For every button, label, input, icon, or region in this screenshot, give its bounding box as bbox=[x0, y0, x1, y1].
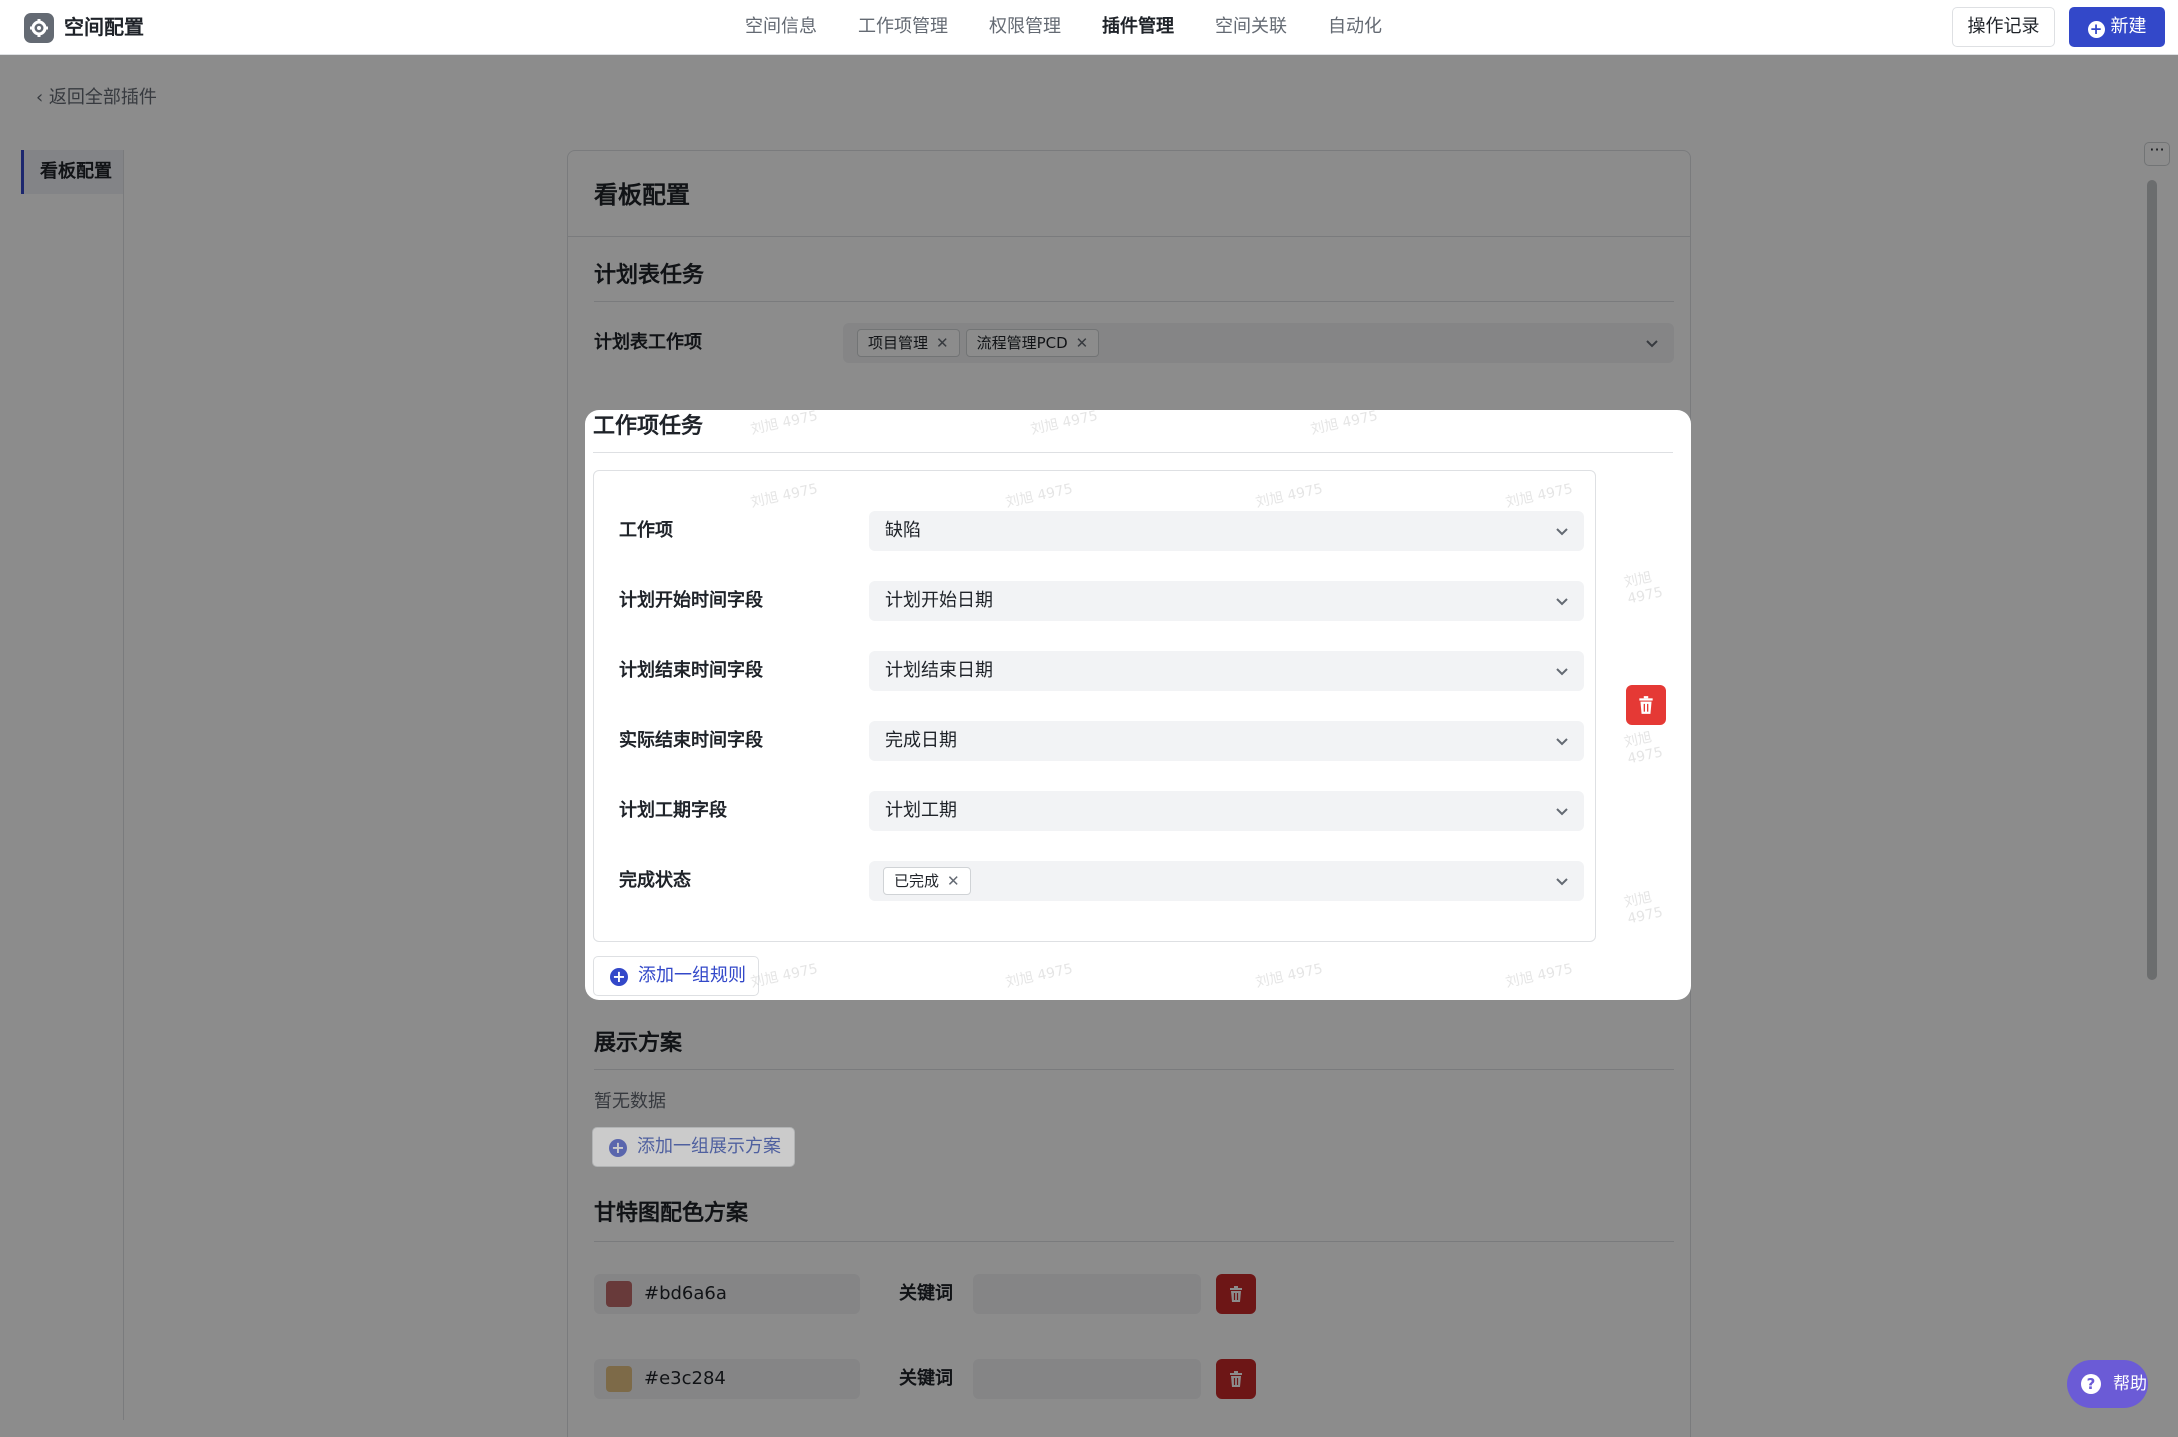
question-icon: ? bbox=[2081, 1374, 2101, 1394]
watermark: 刘旭 4975 bbox=[749, 961, 820, 991]
rule-label: 工作项 bbox=[619, 520, 673, 541]
rule-label: 计划开始时间字段 bbox=[619, 590, 763, 611]
watermark: 刘旭 4975 bbox=[1004, 961, 1075, 991]
select-value: 计划结束日期 bbox=[885, 660, 993, 681]
plan-start-field-select[interactable]: 计划开始日期 bbox=[869, 581, 1584, 621]
help-button[interactable]: ? 帮助 bbox=[2067, 1360, 2148, 1408]
nav-item-automation[interactable]: 自动化 bbox=[1328, 14, 1382, 40]
chevron-down-icon bbox=[1556, 528, 1568, 536]
watermark: 刘旭 4975 bbox=[1309, 408, 1380, 438]
watermark: 刘旭 4975 bbox=[1622, 569, 1665, 608]
work-tasks-highlight: 工作项任务 工作项 缺陷 计划开始时间字段 计划开始日期 计划结束时间字段 计划… bbox=[585, 408, 1691, 1000]
select-value: 计划开始日期 bbox=[885, 590, 993, 611]
help-label: 帮助 bbox=[2113, 1374, 2147, 1394]
rule-label: 计划结束时间字段 bbox=[619, 660, 763, 681]
plus-circle-icon: + bbox=[2087, 21, 2105, 38]
watermark: 刘旭 4975 bbox=[1622, 889, 1665, 928]
work-tasks-title: 工作项任务 bbox=[593, 414, 704, 439]
add-display-plan-button[interactable]: + 添加一组展示方案 bbox=[592, 1127, 795, 1167]
top-nav: 空间信息 工作项管理 权限管理 插件管理 空间关联 自动化 bbox=[745, 14, 1423, 40]
chevron-down-icon bbox=[1556, 738, 1568, 746]
nav-item-space-info[interactable]: 空间信息 bbox=[745, 14, 817, 40]
new-button[interactable]: + 新建 bbox=[2069, 7, 2165, 47]
new-button-label: 新建 bbox=[2110, 16, 2147, 37]
rule-group: 工作项 缺陷 计划开始时间字段 计划开始日期 计划结束时间字段 计划结束日期 实… bbox=[593, 470, 1596, 942]
select-value: 缺陷 bbox=[885, 520, 921, 541]
select-value: 完成日期 bbox=[885, 730, 957, 751]
plan-end-field-select[interactable]: 计划结束日期 bbox=[869, 651, 1584, 691]
close-icon[interactable]: ✕ bbox=[947, 872, 960, 890]
tag-label: 已完成 bbox=[894, 872, 940, 890]
watermark: 刘旭 4975 bbox=[1254, 961, 1325, 991]
watermark: 刘旭 4975 bbox=[1029, 408, 1100, 438]
watermark: 刘旭 4975 bbox=[1504, 961, 1575, 991]
plus-circle-icon: + bbox=[609, 1139, 627, 1157]
tag-completed: 已完成 ✕ bbox=[883, 867, 971, 895]
add-rule-button[interactable]: + 添加一组规则 bbox=[593, 956, 759, 996]
operation-log-button[interactable]: 操作记录 bbox=[1952, 7, 2055, 47]
chevron-down-icon bbox=[1556, 878, 1568, 886]
gear-icon bbox=[24, 13, 54, 43]
work-item-select[interactable]: 缺陷 bbox=[869, 511, 1584, 551]
watermark: 刘旭 4975 bbox=[749, 408, 820, 438]
chevron-down-icon bbox=[1556, 598, 1568, 606]
actual-end-field-select[interactable]: 完成日期 bbox=[869, 721, 1584, 761]
plan-duration-field-select[interactable]: 计划工期 bbox=[869, 791, 1584, 831]
complete-status-select[interactable]: 已完成 ✕ bbox=[869, 861, 1584, 901]
add-rule-label: 添加一组规则 bbox=[638, 965, 746, 986]
select-value: 计划工期 bbox=[885, 800, 957, 821]
top-bar: 空间配置 空间信息 工作项管理 权限管理 插件管理 空间关联 自动化 操作记录 … bbox=[0, 0, 2178, 55]
nav-item-permissions[interactable]: 权限管理 bbox=[989, 14, 1061, 40]
nav-item-plugins[interactable]: 插件管理 bbox=[1102, 14, 1174, 40]
nav-item-work-items[interactable]: 工作项管理 bbox=[858, 14, 948, 40]
app-title: 空间配置 bbox=[64, 15, 144, 39]
delete-rule-button[interactable] bbox=[1626, 685, 1666, 725]
rule-label: 计划工期字段 bbox=[619, 800, 727, 821]
nav-item-space-links[interactable]: 空间关联 bbox=[1215, 14, 1287, 40]
plus-circle-icon: + bbox=[610, 968, 628, 986]
add-display-plan-label: 添加一组展示方案 bbox=[637, 1136, 781, 1157]
status-label: 完成状态 bbox=[619, 870, 691, 891]
watermark: 刘旭 4975 bbox=[1622, 729, 1665, 768]
rule-label: 实际结束时间字段 bbox=[619, 730, 763, 751]
chevron-down-icon bbox=[1556, 808, 1568, 816]
chevron-down-icon bbox=[1556, 668, 1568, 676]
trash-icon bbox=[1639, 696, 1653, 714]
divider bbox=[593, 452, 1673, 453]
